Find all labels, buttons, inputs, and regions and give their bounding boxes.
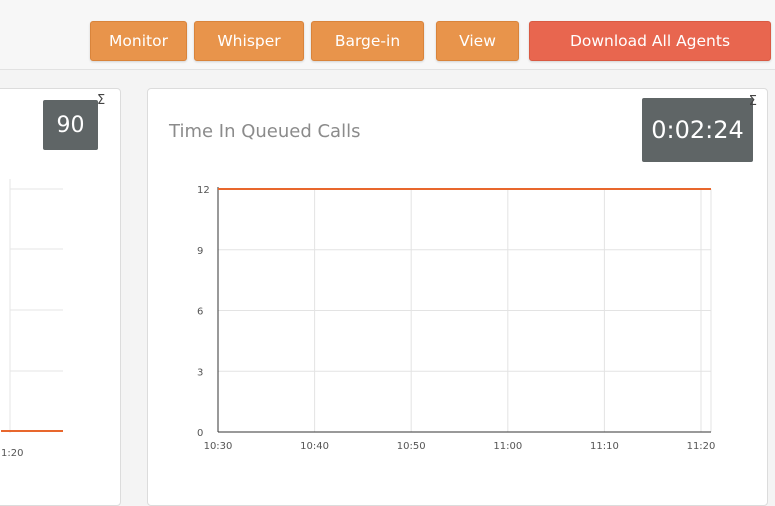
x-tick-label: 10:30 (204, 441, 233, 452)
y-tick-label: 6 (197, 307, 203, 318)
x-tick-label: 10:40 (300, 441, 329, 452)
x-tick-label: 11:20 (687, 441, 716, 452)
left-chart-x-tick: 1:20 (1, 448, 23, 459)
monitor-button[interactable]: Monitor (90, 21, 187, 61)
x-tick-label: 10:50 (397, 441, 426, 452)
left-chart-panel: 90 Σ 1:20 (0, 88, 121, 506)
left-chart-grid (9, 179, 63, 433)
download-all-agents-button[interactable]: Download All Agents (529, 21, 771, 61)
time-in-queued-calls-panel: Time In Queued Calls 0:02:24 Σ 0 3 6 9 12 10:… (147, 88, 768, 506)
left-chart: 1:20 (1, 179, 63, 459)
y-tick-label: 0 (197, 428, 203, 439)
y-tick-label: 12 (197, 185, 210, 196)
whisper-button[interactable]: Whisper (194, 21, 304, 61)
x-tick-label: 11:10 (590, 441, 619, 452)
queued-calls-chart: 0 3 6 9 12 10:30 10:40 10:50 11:00 11:10 11:20 (197, 185, 716, 452)
view-button[interactable]: View (436, 21, 519, 61)
x-tick-label: 11:00 (493, 441, 522, 452)
y-tick-label: 9 (197, 246, 203, 257)
dashboard: Monitor Whisper Barge-in View Download A… (0, 0, 775, 506)
barge-in-button[interactable]: Barge-in (311, 21, 424, 61)
toolbar: Monitor Whisper Barge-in View Download A… (0, 0, 775, 70)
y-tick-label: 3 (197, 367, 203, 378)
